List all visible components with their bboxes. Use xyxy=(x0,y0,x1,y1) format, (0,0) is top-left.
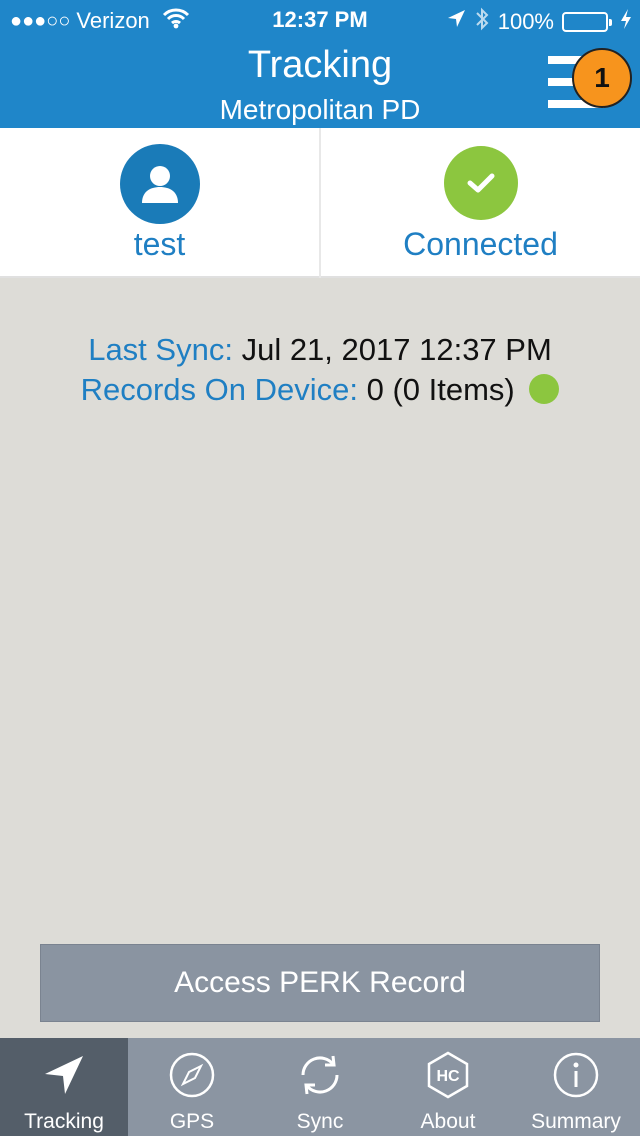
tab-label: Tracking xyxy=(24,1110,104,1133)
hc-hexagon-icon: HC xyxy=(384,1050,512,1100)
navigation-arrow-icon xyxy=(0,1050,128,1100)
tab-bar: Tracking GPS Sync HC About Summary xyxy=(0,1038,640,1136)
svg-text:HC: HC xyxy=(436,1068,460,1085)
tab-about[interactable]: HC About xyxy=(384,1038,512,1136)
notification-badge[interactable]: 1 xyxy=(572,48,632,108)
sync-info: Last Sync: Jul 21, 2017 12:37 PM Records… xyxy=(0,330,640,410)
check-icon xyxy=(443,146,518,220)
tab-label: Summary xyxy=(531,1110,621,1133)
status-bar: ●●●○○ Verizon 12:37 PM 100% xyxy=(0,0,640,40)
tab-summary[interactable]: Summary xyxy=(512,1038,640,1136)
records-label: Records On Device: xyxy=(80,372,358,407)
info-icon xyxy=(512,1050,640,1100)
user-icon xyxy=(119,144,200,224)
tab-label: Sync xyxy=(296,1110,344,1133)
status-cards: test Connected xyxy=(0,128,640,278)
user-card[interactable]: test xyxy=(0,128,319,278)
sync-status-dot xyxy=(529,374,560,404)
battery-icon xyxy=(562,12,612,32)
connection-status: Connected xyxy=(403,226,558,262)
last-sync-value: Jul 21, 2017 12:37 PM xyxy=(241,332,552,367)
sync-icon xyxy=(256,1050,384,1100)
bluetooth-icon xyxy=(474,7,490,37)
records-row: Records On Device: 0 (0 Items) xyxy=(0,370,640,410)
battery-percent: 100% xyxy=(497,9,554,34)
tab-label: About xyxy=(420,1110,476,1133)
tab-gps[interactable]: GPS xyxy=(128,1038,256,1136)
last-sync-label: Last Sync: xyxy=(88,332,233,367)
last-sync-row: Last Sync: Jul 21, 2017 12:37 PM xyxy=(0,330,640,370)
connection-card[interactable]: Connected xyxy=(321,128,640,278)
top-bar: ●●●○○ Verizon 12:37 PM 100% Tracking Met… xyxy=(0,0,640,128)
tab-label: GPS xyxy=(169,1110,215,1133)
user-name: test xyxy=(133,226,186,262)
tab-sync[interactable]: Sync xyxy=(256,1038,384,1136)
compass-icon xyxy=(128,1050,256,1100)
records-value: 0 (0 Items) xyxy=(366,372,515,407)
location-arrow-icon xyxy=(446,9,466,35)
tab-tracking[interactable]: Tracking xyxy=(0,1038,128,1136)
status-right: 100% xyxy=(446,7,632,37)
access-perk-record-button[interactable]: Access PERK Record xyxy=(40,944,600,1022)
charging-bolt-icon xyxy=(620,8,632,36)
